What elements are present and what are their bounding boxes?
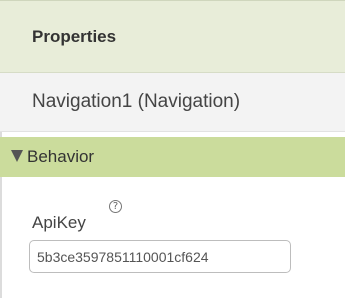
selected-component-row: Navigation1 (Navigation) [0,73,345,132]
behavior-section-header[interactable]: Behavior [0,137,345,177]
selected-component-name: Navigation1 (Navigation) [32,91,241,112]
properties-header: Properties [0,0,345,73]
apikey-input[interactable] [29,240,291,273]
help-icon[interactable]: ? [109,200,122,213]
expand-triangle-icon[interactable] [11,150,23,162]
apikey-property-label: ApiKey [32,213,86,232]
properties-panel: Properties Navigation1 (Navigation) Beha… [0,0,345,298]
behavior-section-label: Behavior [27,147,95,166]
properties-title: Properties [32,27,117,46]
